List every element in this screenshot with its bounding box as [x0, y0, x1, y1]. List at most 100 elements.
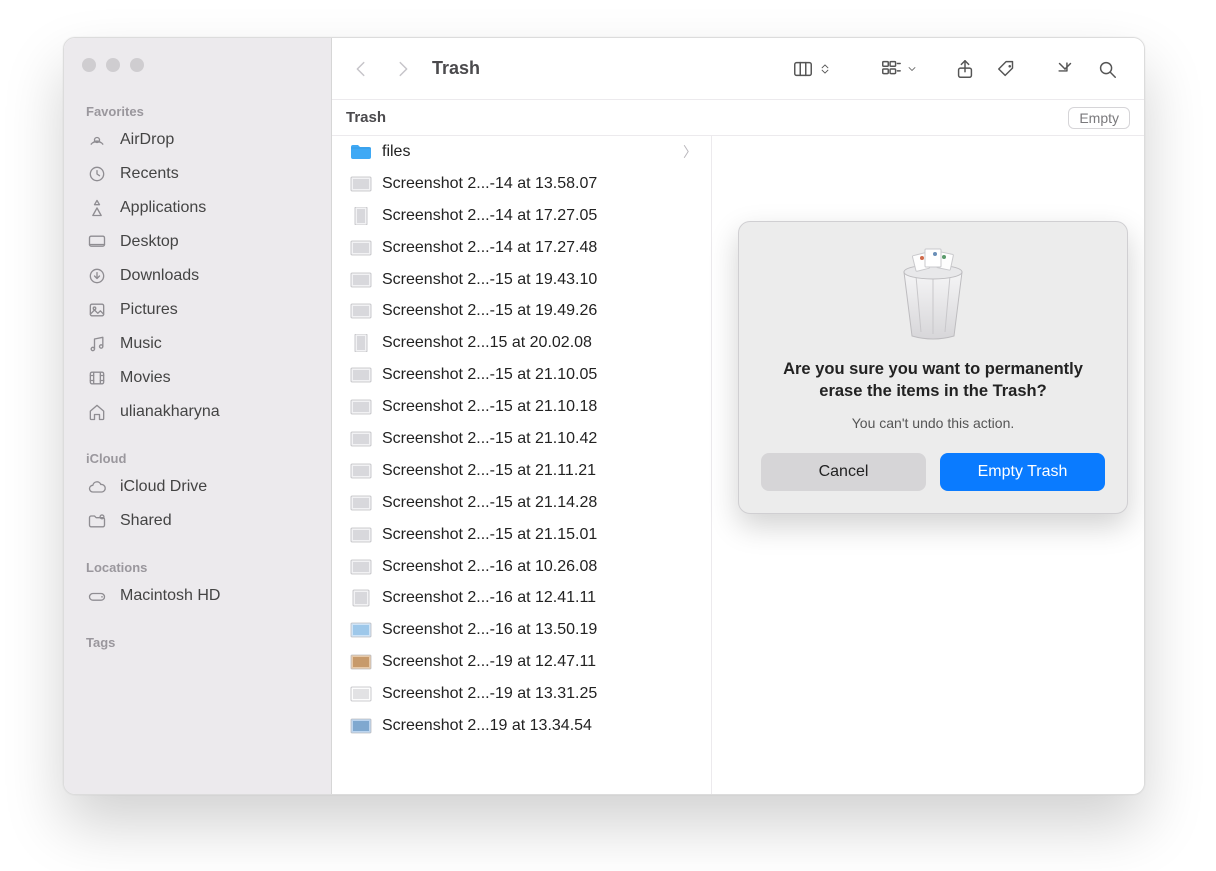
file-row[interactable]: Screenshot 2...-15 at 19.43.10 — [332, 264, 711, 296]
file-row[interactable]: Screenshot 2...19 at 13.34.54 — [332, 710, 711, 742]
location-title: Trash — [346, 109, 386, 126]
file-row[interactable]: Screenshot 2...-15 at 21.11.21 — [332, 455, 711, 487]
sidebar-item-ulianakharyna[interactable]: ulianakharyna — [64, 395, 331, 429]
sidebar-item-downloads[interactable]: Downloads — [64, 259, 331, 293]
file-row[interactable]: Screenshot 2...-19 at 12.47.11 — [332, 646, 711, 678]
sidebar-item-label: Applications — [120, 199, 206, 217]
search-button[interactable] — [1086, 48, 1128, 90]
window-close-button[interactable] — [82, 58, 96, 72]
sidebar-item-pictures[interactable]: Pictures — [64, 293, 331, 327]
sharedfolder-icon — [86, 510, 108, 532]
file-row[interactable]: Screenshot 2...-15 at 21.10.18 — [332, 391, 711, 423]
toolbar: Trash — [332, 38, 1144, 100]
empty-trash-toolbar-button[interactable]: Empty — [1068, 107, 1130, 129]
sidebar-item-icloud-drive[interactable]: iCloud Drive — [64, 470, 331, 504]
file-row[interactable]: Screenshot 2...-15 at 19.49.26 — [332, 295, 711, 327]
tags-button[interactable] — [986, 48, 1028, 90]
file-name: Screenshot 2...-15 at 21.14.28 — [382, 494, 699, 512]
sidebar-item-desktop[interactable]: Desktop — [64, 225, 331, 259]
sidebar-item-recents[interactable]: Recents — [64, 157, 331, 191]
file-row[interactable]: Screenshot 2...-14 at 17.27.48 — [332, 232, 711, 264]
music-icon — [86, 333, 108, 355]
share-button[interactable] — [944, 48, 986, 90]
file-name: Screenshot 2...-14 at 13.58.07 — [382, 175, 699, 193]
sidebar-section-header: Tags — [64, 627, 331, 654]
desktop-icon — [86, 231, 108, 253]
file-name: Screenshot 2...-15 at 19.49.26 — [382, 302, 699, 320]
image-thumbnail-icon — [350, 685, 372, 703]
file-name: Screenshot 2...-19 at 12.47.11 — [382, 653, 699, 671]
file-name: Screenshot 2...-16 at 10.26.08 — [382, 558, 699, 576]
image-thumbnail-icon — [350, 558, 372, 576]
file-row[interactable]: Screenshot 2...-15 at 21.10.05 — [332, 359, 711, 391]
sidebar-item-label: iCloud Drive — [120, 478, 207, 496]
sidebar-section-header: Locations — [64, 552, 331, 579]
group-by-button[interactable] — [874, 48, 924, 90]
sidebar-item-label: AirDrop — [120, 131, 174, 149]
sidebar-item-label: Music — [120, 335, 162, 353]
clock-icon — [86, 163, 108, 185]
image-thumbnail-icon — [350, 302, 372, 320]
sidebar-item-airdrop[interactable]: AirDrop — [64, 123, 331, 157]
image-thumbnail-icon — [350, 717, 372, 735]
sidebar-item-music[interactable]: Music — [64, 327, 331, 361]
trash-full-icon — [761, 244, 1105, 340]
file-row[interactable]: Screenshot 2...-15 at 21.15.01 — [332, 519, 711, 551]
sidebar-item-applications[interactable]: Applications — [64, 191, 331, 225]
sidebar-item-movies[interactable]: Movies — [64, 361, 331, 395]
file-row[interactable]: Screenshot 2...-15 at 21.14.28 — [332, 487, 711, 519]
folder-icon — [350, 143, 372, 161]
sidebar-item-label: ulianakharyna — [120, 403, 220, 421]
sidebar-section-header: iCloud — [64, 443, 331, 470]
file-row[interactable]: Screenshot 2...-19 at 13.31.25 — [332, 678, 711, 710]
file-row[interactable]: Screenshot 2...-16 at 12.41.11 — [332, 582, 711, 614]
image-thumbnail-icon — [350, 621, 372, 639]
image-thumbnail-icon — [350, 526, 372, 544]
forward-button[interactable] — [382, 48, 424, 90]
window-title: Trash — [432, 58, 480, 79]
content-area: files〉 Screenshot 2...-14 at 13.58.07 Scre… — [332, 136, 1144, 794]
sidebar-section-header: Favorites — [64, 96, 331, 123]
view-columns-button[interactable] — [786, 48, 838, 90]
more-toolbar-button[interactable] — [1044, 48, 1086, 90]
dialog-cancel-button[interactable]: Cancel — [761, 453, 926, 491]
image-thumbnail-icon — [350, 207, 372, 225]
image-thumbnail-icon — [350, 430, 372, 448]
file-row[interactable]: Screenshot 2...-14 at 17.27.05 — [332, 200, 711, 232]
file-row[interactable]: Screenshot 2...15 at 20.02.08 — [332, 327, 711, 359]
file-row[interactable]: files〉 — [332, 136, 711, 168]
sidebar-item-macintosh-hd[interactable]: Macintosh HD — [64, 579, 331, 613]
finder-window: Favorites AirDrop Recents Applications Deskt… — [63, 37, 1145, 795]
disk-icon — [86, 585, 108, 607]
file-name: Screenshot 2...-14 at 17.27.05 — [382, 207, 699, 225]
cloud-icon — [86, 476, 108, 498]
back-button[interactable] — [340, 48, 382, 90]
window-minimize-button[interactable] — [106, 58, 120, 72]
file-row[interactable]: Screenshot 2...-16 at 13.50.19 — [332, 614, 711, 646]
sidebar-item-label: Shared — [120, 512, 172, 530]
file-row[interactable]: Screenshot 2...-16 at 10.26.08 — [332, 551, 711, 583]
file-name: Screenshot 2...-15 at 21.10.18 — [382, 398, 699, 416]
airdrop-icon — [86, 129, 108, 151]
file-row[interactable]: Screenshot 2...-14 at 13.58.07 — [332, 168, 711, 200]
file-name: Screenshot 2...-15 at 19.43.10 — [382, 271, 699, 289]
download-icon — [86, 265, 108, 287]
dialog-confirm-button[interactable]: Empty Trash — [940, 453, 1105, 491]
sidebar-item-label: Recents — [120, 165, 179, 183]
file-name: Screenshot 2...-15 at 21.11.21 — [382, 462, 699, 480]
sidebar-item-label: Downloads — [120, 267, 199, 285]
traffic-lights — [64, 58, 331, 72]
dialog-heading: Are you sure you want to permanently era… — [761, 358, 1105, 403]
main-area: Trash — [332, 38, 1144, 794]
file-name: Screenshot 2...-15 at 21.10.42 — [382, 430, 699, 448]
file-list-column: files〉 Screenshot 2...-14 at 13.58.07 Scre… — [332, 136, 712, 794]
image-thumbnail-icon — [350, 398, 372, 416]
file-name: Screenshot 2...-19 at 13.31.25 — [382, 685, 699, 703]
image-thumbnail-icon — [350, 589, 372, 607]
file-row[interactable]: Screenshot 2...-15 at 21.10.42 — [332, 423, 711, 455]
image-thumbnail-icon — [350, 239, 372, 257]
sidebar-item-shared[interactable]: Shared — [64, 504, 331, 538]
window-zoom-button[interactable] — [130, 58, 144, 72]
file-name: Screenshot 2...19 at 13.34.54 — [382, 717, 699, 735]
file-name: Screenshot 2...15 at 20.02.08 — [382, 334, 699, 352]
